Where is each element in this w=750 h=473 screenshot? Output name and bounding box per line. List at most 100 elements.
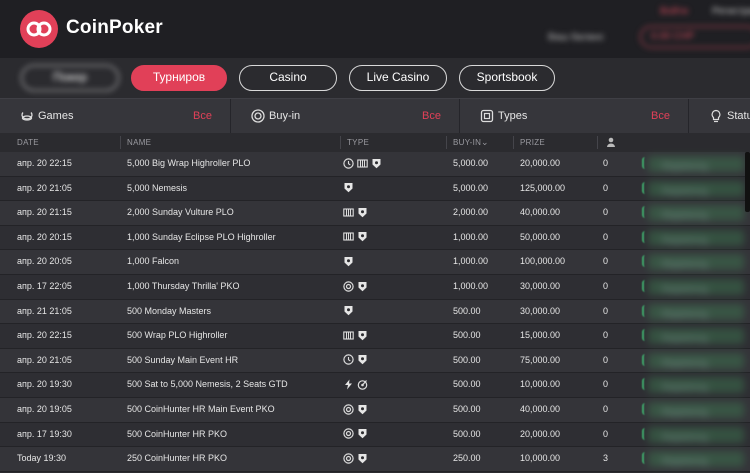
clock-icon xyxy=(343,157,354,169)
row-status-button[interactable]: Registering xyxy=(648,279,744,295)
row-prize: 50,000.00 xyxy=(520,231,561,242)
row-status-button[interactable]: Registering xyxy=(648,377,744,394)
scrollbar[interactable] xyxy=(745,152,750,212)
row-status-button[interactable]: Registering xyxy=(648,328,744,345)
filter-games-value[interactable]: Все xyxy=(193,110,212,122)
row-date: апр. 20 21:05 xyxy=(17,182,72,193)
col-name[interactable]: NAME xyxy=(127,138,151,147)
filter-types-label: Types xyxy=(498,110,528,122)
table-row[interactable]: апр. 20 21:15 2,000 Sunday Vulture PLO 2,0… xyxy=(0,201,750,226)
target-icon xyxy=(343,452,354,464)
top-header: CoinPoker Войти Регистрация Ваш баланс 0… xyxy=(0,0,750,58)
filter-status-label: Status xyxy=(727,110,750,122)
col-date[interactable]: DATE xyxy=(17,138,39,147)
table-row[interactable]: апр. 20 20:15 1,000 Sunday Eclipse PLO Hi… xyxy=(0,225,750,251)
register-link[interactable]: Регистрация xyxy=(712,6,750,17)
row-status-label: Registering xyxy=(662,161,708,171)
row-status-label: Registering xyxy=(662,259,708,270)
row-players: 0 xyxy=(603,330,609,341)
row-status-button[interactable]: Registering xyxy=(648,205,744,222)
row-status-button[interactable]: Registering xyxy=(648,156,744,172)
table-row[interactable]: апр. 20 22:15 5,000 Big Wrap Highroller P… xyxy=(0,152,750,177)
row-type-icons xyxy=(343,403,368,415)
row-type-icons xyxy=(343,206,368,218)
row-date: апр. 20 22:15 xyxy=(17,330,72,341)
row-date: апр. 21 21:05 xyxy=(17,305,72,316)
row-status-button[interactable]: Registering xyxy=(648,352,744,369)
row-status-button[interactable]: Registering xyxy=(648,180,744,197)
row-name: 5,000 Nemesis xyxy=(127,182,188,193)
row-name: 1,000 Sunday Eclipse PLO Highroller xyxy=(127,231,276,242)
row-players: 0 xyxy=(603,305,609,316)
row-prize: 30,000.00 xyxy=(520,281,561,291)
balance-button[interactable]: 0.00 CHP xyxy=(640,26,750,48)
filter-buyin-value[interactable]: Все xyxy=(422,110,441,122)
sort-desc-icon[interactable]: ⌄ xyxy=(481,137,489,148)
row-prize: 10,000.00 xyxy=(520,379,561,390)
table-row[interactable]: апр. 20 19:05 500 CoinHunter HR Main Even… xyxy=(0,398,750,423)
nav-poker[interactable]: Покер xyxy=(21,65,119,91)
filter-types[interactable]: Types Все xyxy=(460,99,689,134)
row-type-icons xyxy=(343,354,368,366)
row-prize: 20,000.00 xyxy=(520,428,561,439)
table-row[interactable]: Today 19:30 250 CoinHunter HR PKO 250.00 10… xyxy=(0,447,750,472)
table-row[interactable]: апр. 21 21:05 500 Monday Masters 500.00 30,… xyxy=(0,299,750,325)
row-players: 0 xyxy=(603,404,609,414)
nav-tournaments[interactable]: Турниров xyxy=(131,65,227,91)
row-status-button[interactable]: Registering xyxy=(648,229,744,246)
row-status-button[interactable]: Registering xyxy=(648,303,744,320)
lightning-icon xyxy=(345,379,352,390)
row-prize: 10,000.00 xyxy=(520,453,561,464)
row-date: апр. 20 19:30 xyxy=(17,379,72,390)
row-name: 1,000 Thursday Thrilla' PKO xyxy=(127,281,240,291)
row-prize: 125,000.00 xyxy=(520,182,566,193)
row-status-button[interactable]: Registering xyxy=(648,402,744,418)
table-row[interactable]: апр. 20 22:15 500 Wrap PLO Highroller 500.… xyxy=(0,324,750,349)
table-row[interactable]: апр. 20 21:05 500 Sunday Main Event HR 500… xyxy=(0,348,750,374)
main-nav: Покер Турниров Casino Live Casino Sports… xyxy=(0,58,750,98)
row-type-icons xyxy=(343,182,354,194)
nav-live-casino[interactable]: Live Casino xyxy=(349,65,447,91)
table-row[interactable]: апр. 20 21:05 5,000 Nemesis 5,000.00 125,00… xyxy=(0,176,750,202)
filter-buyin-label: Buy-in xyxy=(269,110,301,122)
filter-buyin[interactable]: Buy-in Все xyxy=(231,99,460,134)
target-icon xyxy=(343,403,354,415)
row-status-button[interactable]: Registering xyxy=(648,451,744,468)
table-row[interactable]: апр. 17 22:05 1,000 Thursday Thrilla' PKO… xyxy=(0,275,750,300)
row-type-icons xyxy=(343,280,368,292)
row-name: 500 Wrap PLO Highroller xyxy=(127,330,228,341)
players-icon[interactable] xyxy=(606,137,616,147)
row-buyin: 500.00 xyxy=(453,404,481,414)
row-status-label: Registering xyxy=(662,333,708,344)
nav-casino[interactable]: Casino xyxy=(239,65,337,91)
coinpoker-logo-icon[interactable] xyxy=(20,10,58,48)
shield-icon xyxy=(358,429,367,439)
col-type[interactable]: TYPE xyxy=(347,138,369,147)
login-link[interactable]: Войти xyxy=(660,6,688,17)
row-name: 500 CoinHunter HR PKO xyxy=(127,428,228,439)
row-status-button[interactable]: Registering xyxy=(648,426,744,443)
bulb-icon xyxy=(711,109,721,123)
table-row[interactable]: апр. 17 19:30 500 CoinHunter HR PKO 500.00… xyxy=(0,422,750,448)
row-type-icons xyxy=(343,305,354,317)
shield-icon xyxy=(344,183,353,193)
shield-icon xyxy=(358,330,367,340)
row-players: 0 xyxy=(603,354,609,365)
filter-types-value[interactable]: Все xyxy=(651,110,670,122)
col-buyin[interactable]: BUY-IN xyxy=(453,138,481,147)
table-row[interactable]: апр. 20 19:30 500 Sat to 5,000 Nemesis, 2… xyxy=(0,373,750,398)
brand-name[interactable]: CoinPoker xyxy=(66,17,163,39)
filter-games[interactable]: Games Все xyxy=(0,99,231,134)
col-prize[interactable]: PRIZE xyxy=(520,138,545,147)
row-buyin: 2,000.00 xyxy=(453,207,489,218)
row-status-button[interactable]: Registering xyxy=(648,254,744,271)
nav-sportsbook[interactable]: Sportsbook xyxy=(459,65,555,91)
filter-bar: Games Все Buy-in Все Types Все Status xyxy=(0,98,750,134)
filter-status[interactable]: Status xyxy=(689,99,750,134)
row-prize: 20,000.00 xyxy=(520,158,561,168)
table-row[interactable]: апр. 20 20:05 1,000 Falcon 1,000.00 100,000… xyxy=(0,250,750,275)
bounty-bars-icon xyxy=(357,158,368,168)
row-players: 0 xyxy=(603,379,609,390)
row-players: 0 xyxy=(603,256,609,267)
row-status-label: Registering xyxy=(662,185,708,196)
